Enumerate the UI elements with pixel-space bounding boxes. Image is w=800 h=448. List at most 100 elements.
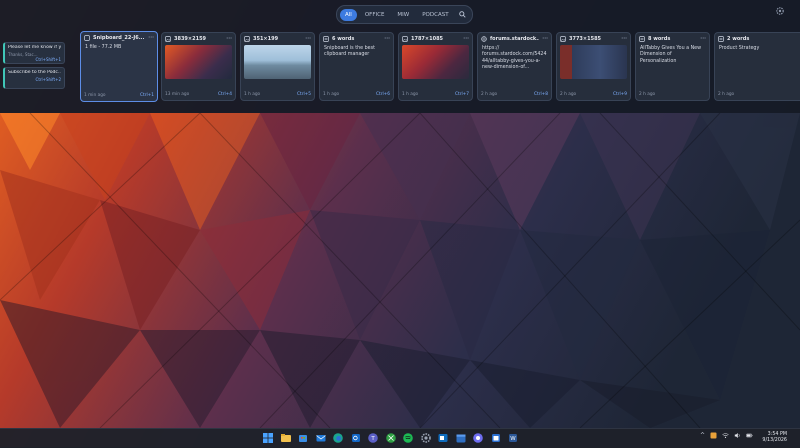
pinned-item-title: Subscribe to the Podc...: [8, 70, 61, 75]
clip-card-time: 1 h ago: [323, 92, 340, 97]
clip-card-text[interactable]: 2 words Product Strategy 2 h ago: [714, 32, 800, 101]
clip-card-shortcut: Ctrl+5: [297, 92, 311, 97]
settings-app-icon[interactable]: [420, 432, 432, 444]
clip-card-file[interactable]: Snipboard_22-J6... ··· 1 file - 77.2 MB 1…: [80, 31, 158, 102]
image-thumbnail: [560, 45, 627, 79]
chat-icon[interactable]: [472, 432, 484, 444]
clip-card-link[interactable]: forums.stardock... ··· https:// forums.st…: [477, 32, 552, 101]
gear-icon[interactable]: [775, 6, 785, 16]
image-icon: [560, 36, 566, 42]
more-options-icon[interactable]: ···: [621, 36, 627, 42]
volume-icon[interactable]: [734, 432, 741, 439]
pinned-item[interactable]: Subscribe to the Podc... Ctrl+Shift+2: [3, 67, 65, 89]
text-icon: [323, 36, 329, 42]
file-explorer-icon[interactable]: [280, 432, 292, 444]
clip-card-title: 3839×2159: [174, 36, 207, 42]
taskbar-apps: T W: [262, 432, 519, 444]
clipboard-history-panel: All OFFICE MIW PODCAST Please let me kno…: [0, 0, 800, 113]
tab-office[interactable]: OFFICE: [360, 9, 390, 21]
clip-card-title: 1787×1085: [411, 36, 444, 42]
clip-card-title: 3773×1585: [569, 36, 602, 42]
clip-card-time: 1 h ago: [244, 92, 261, 97]
calendar-icon[interactable]: [455, 432, 467, 444]
clip-card-shortcut: Ctrl+8: [534, 92, 548, 97]
clip-card-title: 6 words: [332, 36, 355, 42]
clip-card-shortcut: Ctrl+9: [613, 92, 627, 97]
store-icon[interactable]: [297, 432, 309, 444]
taskbar: T W ^ 3:54 PM 9/13/2026: [0, 428, 800, 448]
more-options-icon[interactable]: ···: [305, 36, 311, 42]
pinned-item-shortcut: Ctrl+Shift+1: [35, 57, 61, 62]
search-button[interactable]: [457, 9, 469, 21]
clip-card-title: Snipboard_22-J6...: [93, 35, 145, 41]
file-icon: [84, 35, 90, 41]
image-icon: [244, 36, 250, 42]
link-icon: [481, 36, 487, 42]
more-options-icon[interactable]: ···: [226, 36, 232, 42]
outlook-icon[interactable]: [350, 432, 362, 444]
clip-card-time: 2 h ago: [481, 92, 498, 97]
pinned-item-shortcut: Ctrl+Shift+2: [35, 77, 61, 82]
clip-card-text[interactable]: 8 words ··· AllTabby Gives You a New Dime…: [635, 32, 710, 101]
mail-icon[interactable]: [315, 432, 327, 444]
spotify-icon[interactable]: [402, 432, 414, 444]
clip-card-time: 1 h ago: [402, 92, 419, 97]
clip-card-image[interactable]: 3773×1585 ··· 2 h ago Ctrl+9: [556, 32, 631, 101]
clip-card-text[interactable]: 6 words ··· Snipboard is the best clipboa…: [319, 32, 394, 101]
clip-card-shortcut: Ctrl+4: [218, 92, 232, 97]
clip-card-time: 2 h ago: [718, 92, 735, 97]
search-icon: [459, 11, 466, 18]
chevron-up-icon[interactable]: ^: [700, 432, 705, 439]
filter-tabs: All OFFICE MIW PODCAST: [336, 5, 473, 24]
image-icon: [165, 36, 171, 42]
windows-start-icon[interactable]: [262, 432, 274, 444]
pinned-item-title: Please let me know if y...: [8, 45, 61, 50]
pinned-item-sub: Thanks, Stac...: [8, 52, 38, 57]
battery-icon[interactable]: [746, 432, 753, 439]
text-icon: [718, 36, 724, 42]
tab-miw[interactable]: MIW: [392, 9, 414, 21]
svg-text:T: T: [370, 436, 375, 442]
pinned-item[interactable]: Please let me know if y... Thanks, Stac.…: [3, 42, 65, 64]
word-icon[interactable]: W: [507, 432, 519, 444]
more-options-icon[interactable]: ···: [700, 36, 706, 42]
clip-card-time: 1 min ago: [84, 93, 106, 98]
more-options-icon[interactable]: ···: [542, 36, 548, 42]
notification-app-icon[interactable]: [710, 432, 717, 439]
clip-card-content: Product Strategy: [719, 46, 760, 51]
clip-card-image[interactable]: 3839×2159 ··· 13 min ago Ctrl+4: [161, 32, 236, 101]
clip-card-content: https:// forums.stardock.com/5424 44/all…: [482, 46, 547, 70]
more-options-icon[interactable]: ···: [384, 36, 390, 42]
system-tray: ^: [700, 432, 753, 439]
tab-all[interactable]: All: [340, 8, 357, 21]
clip-card-text: 1 file - 77.2 MB: [85, 45, 122, 50]
outlook-mail-icon[interactable]: [437, 432, 449, 444]
clip-card-title: 2 words: [727, 36, 750, 42]
teams-icon[interactable]: T: [367, 432, 379, 444]
snipboard-icon[interactable]: [490, 432, 502, 444]
clip-card-content: Snipboard is the best clipboard manager: [324, 46, 375, 58]
clip-card-title: 8 words: [648, 36, 671, 42]
system-clock[interactable]: 3:54 PM 9/13/2026: [753, 432, 787, 444]
tab-podcast[interactable]: PODCAST: [417, 9, 453, 21]
clip-card-image[interactable]: 351×199 ··· 1 h ago Ctrl+5: [240, 32, 315, 101]
clip-card-shortcut: Ctrl+1: [140, 93, 154, 98]
clip-card-time: 2 h ago: [560, 92, 577, 97]
wifi-icon[interactable]: [722, 432, 729, 439]
image-thumbnail: [402, 45, 469, 79]
clip-card-content: AllTabby Gives You a New Dimension of Pe…: [640, 46, 702, 64]
clip-card-time: 2 h ago: [639, 92, 656, 97]
clip-card-title: 351×199: [253, 36, 279, 42]
more-options-icon[interactable]: ···: [463, 36, 469, 42]
text-icon: [639, 36, 645, 42]
clock-date: 9/13/2026: [762, 438, 787, 443]
more-options-icon[interactable]: ···: [148, 35, 154, 41]
image-thumbnail: [165, 45, 232, 79]
svg-text:W: W: [510, 436, 516, 442]
clip-card-title: forums.stardock...: [490, 36, 540, 42]
xbox-icon[interactable]: [385, 432, 397, 444]
edge-icon[interactable]: [332, 432, 344, 444]
clip-card-time: 13 min ago: [165, 92, 190, 97]
clip-card-image[interactable]: 1787×1085 ··· 1 h ago Ctrl+7: [398, 32, 473, 101]
clip-card-shortcut: Ctrl+7: [455, 92, 469, 97]
